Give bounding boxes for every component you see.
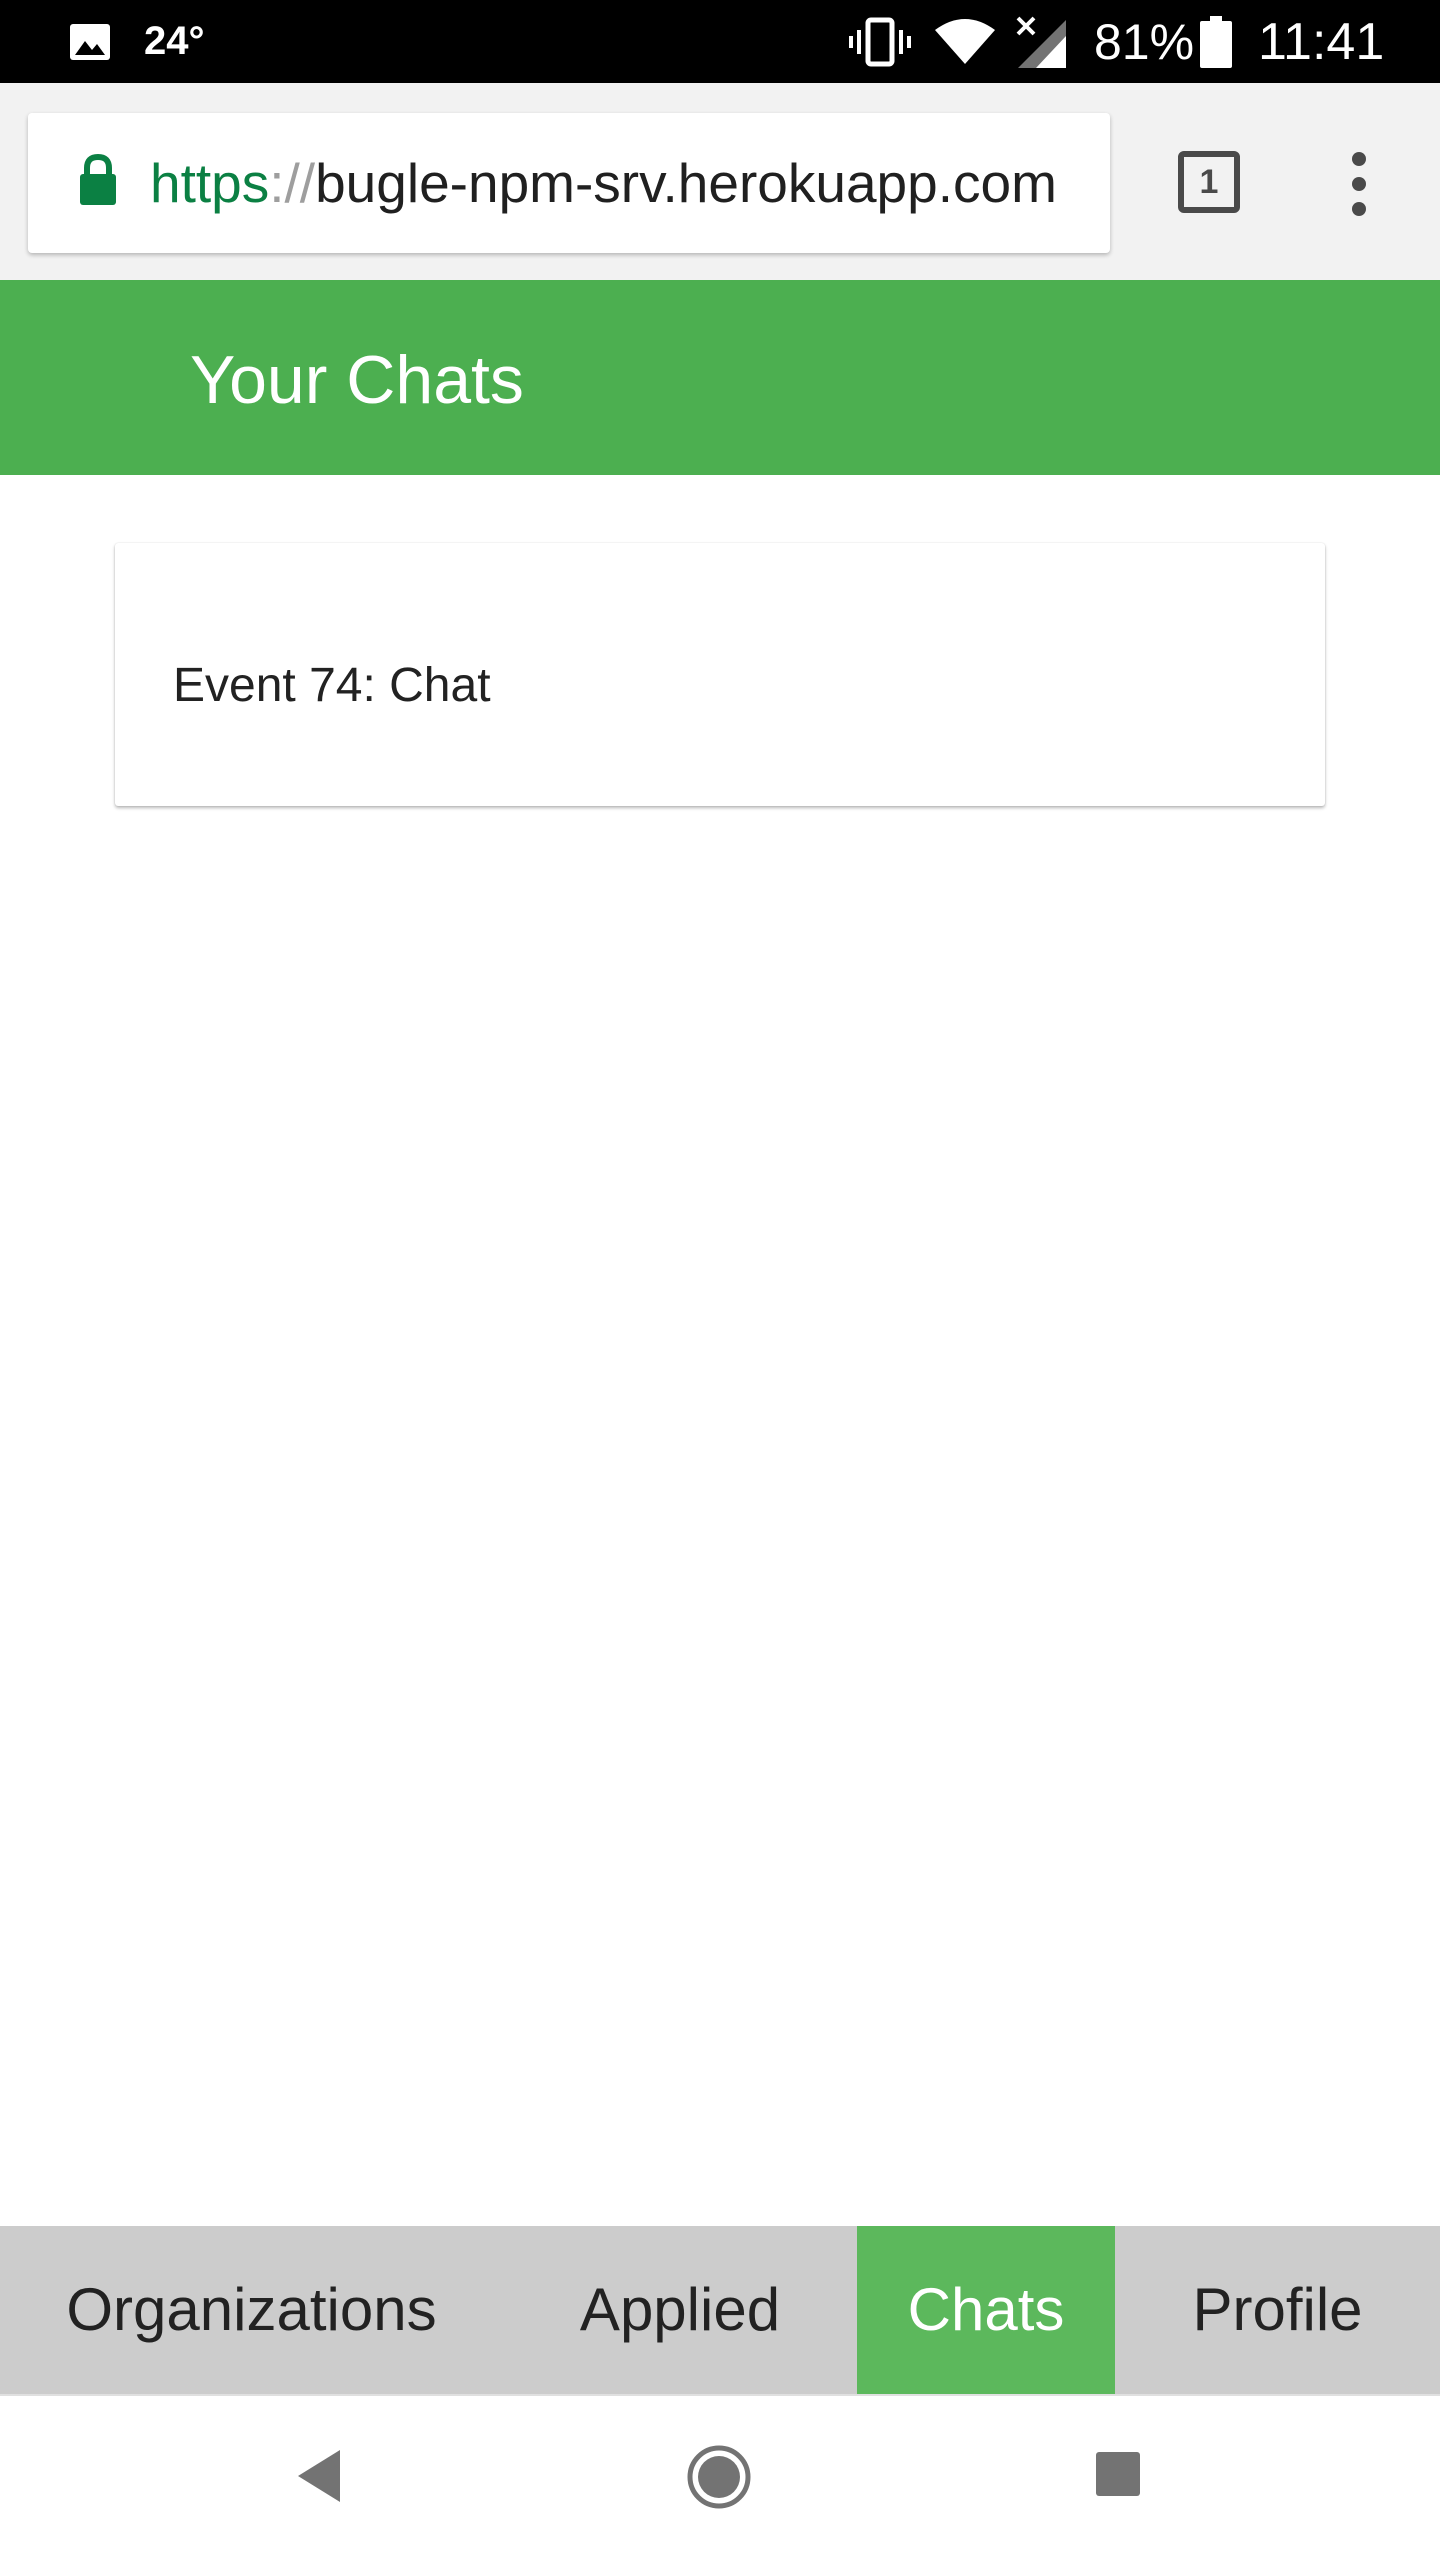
vibrate-icon: [849, 17, 911, 67]
recents-icon[interactable]: [1096, 2452, 1140, 2496]
more-vert-icon[interactable]: [1344, 151, 1374, 217]
url-host: bugle-npm-srv.herokuapp.com: [315, 152, 1057, 214]
cell-signal-icon: [1016, 16, 1066, 68]
url-scheme: https: [150, 152, 270, 214]
tab-organizations[interactable]: Organizations: [0, 2226, 503, 2394]
tab-switcher-button[interactable]: 1: [1178, 151, 1240, 213]
home-icon[interactable]: [686, 2444, 752, 2510]
system-nav-bar: [0, 2396, 1440, 2560]
tab-applied[interactable]: Applied: [503, 2226, 857, 2394]
tab-count: 1: [1199, 163, 1219, 201]
back-icon[interactable]: [296, 2448, 342, 2504]
battery-icon: [1200, 16, 1232, 68]
browser-toolbar: https://bugle-npm-srv.herokuapp.com 1: [0, 83, 1440, 280]
tab-chats[interactable]: Chats: [857, 2226, 1115, 2394]
lock-icon: [80, 153, 116, 205]
gallery-icon: [70, 24, 110, 60]
chat-list-item[interactable]: Event 74: Chat: [115, 543, 1325, 806]
url-bar[interactable]: https://bugle-npm-srv.herokuapp.com: [28, 113, 1110, 253]
wifi-icon: [935, 19, 995, 64]
url-text: https://bugle-npm-srv.herokuapp.com: [150, 151, 1057, 215]
bottom-nav: Organizations Applied Chats Profile: [0, 2226, 1440, 2396]
tab-profile[interactable]: Profile: [1115, 2226, 1440, 2394]
clock: 11:41: [1258, 13, 1385, 71]
chat-title: Event 74: Chat: [173, 659, 491, 712]
url-separator: ://: [269, 152, 316, 214]
battery-percent: 81%: [1094, 14, 1195, 70]
page-title: Your Chats: [190, 342, 524, 418]
status-bar: 24° 81% 11:41: [0, 0, 1440, 83]
app-header: Your Chats: [0, 280, 1440, 475]
temperature: 24°: [144, 19, 205, 63]
